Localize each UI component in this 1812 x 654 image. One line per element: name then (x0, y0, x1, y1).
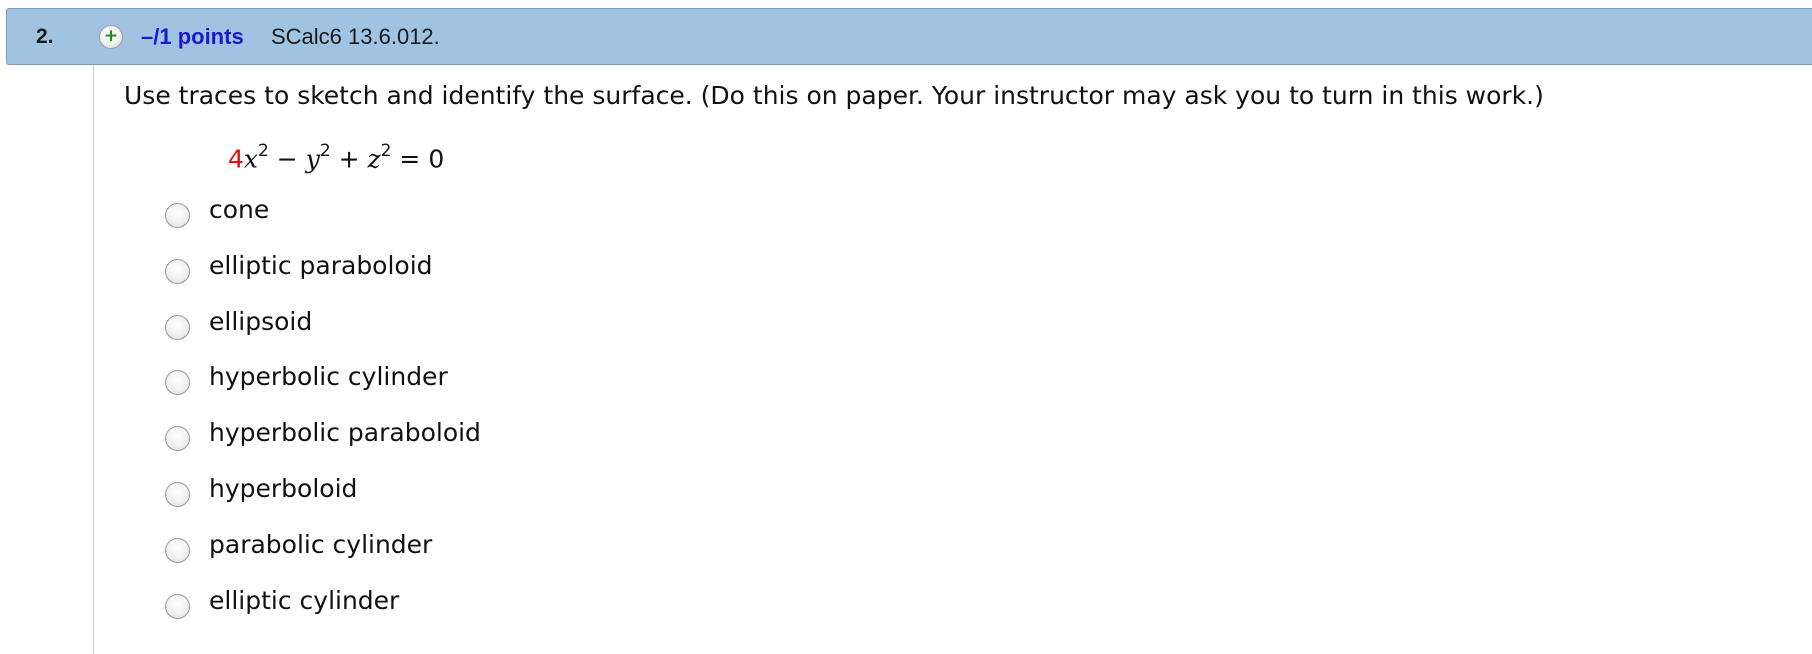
equation-z: z (367, 144, 381, 174)
equation-x-exponent: 2 (258, 141, 269, 161)
option-label[interactable]: elliptic cylinder (209, 586, 399, 615)
radio-button[interactable] (165, 593, 190, 619)
equation-minus: − (268, 144, 306, 174)
question-number: 2. (36, 25, 54, 48)
option-label[interactable]: hyperboloid (209, 474, 357, 503)
equation-y: y (305, 144, 320, 174)
content-left-divider (93, 65, 94, 654)
equation-z-exponent: 2 (380, 141, 392, 161)
option-label[interactable]: hyperbolic cylinder (209, 362, 448, 391)
option-label[interactable]: elliptic paraboloid (209, 251, 433, 280)
equation-x: x (243, 144, 259, 174)
problem-id: SCalc6 13.6.012. (271, 24, 440, 49)
question-page: 2. + –/1 points SCalc6 13.6.012. Use tra… (0, 0, 1812, 654)
equation-y-exponent: 2 (319, 141, 331, 161)
option-label[interactable]: hyperbolic paraboloid (209, 418, 481, 447)
radio-button[interactable] (165, 258, 190, 284)
option-label[interactable]: cone (209, 195, 269, 224)
radio-button[interactable] (165, 537, 190, 563)
radio-button[interactable] (165, 370, 190, 396)
radio-button[interactable] (165, 314, 190, 340)
equation-plus: + (330, 144, 368, 174)
plus-glyph: + (103, 26, 119, 46)
radio-button[interactable] (165, 481, 190, 507)
surface-equation: 4x2 − y2 + z2 = 0 (228, 141, 445, 174)
radio-button[interactable] (165, 203, 190, 228)
option-label[interactable]: ellipsoid (209, 307, 312, 336)
equation-equals: = 0 (391, 144, 445, 174)
radio-button[interactable] (165, 426, 190, 452)
points-link[interactable]: –/1 points (141, 24, 244, 50)
option-label[interactable]: parabolic cylinder (209, 530, 432, 559)
equation-coefficient: 4 (228, 144, 244, 174)
expand-plus-icon[interactable]: + (99, 25, 123, 49)
question-header: 2. + –/1 points SCalc6 13.6.012. (6, 8, 1812, 65)
question-prompt: Use traces to sketch and identify the su… (124, 81, 1544, 110)
